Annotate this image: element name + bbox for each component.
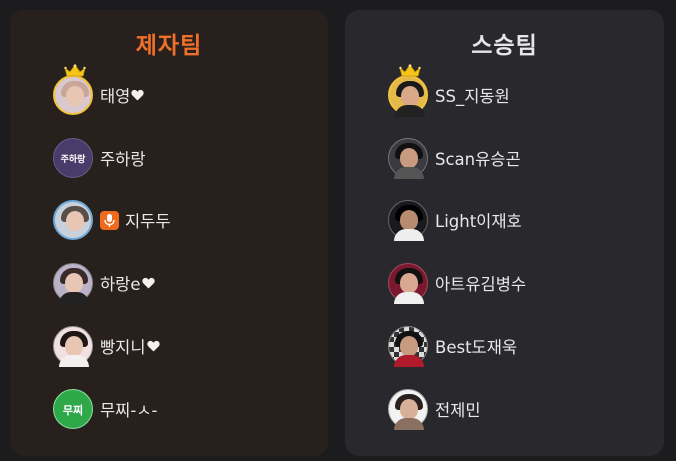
member-name: 태영 — [100, 87, 131, 106]
avatar-photo-woman[interactable] — [53, 75, 93, 115]
heart-icon — [131, 89, 144, 101]
avatar-photo-woman[interactable] — [53, 326, 93, 367]
member-name: 아트유김병수 — [435, 275, 527, 294]
heart-icon — [147, 340, 160, 352]
avatar-label: 주하랑 — [60, 155, 86, 165]
heart-icon — [142, 277, 155, 289]
team-panel-left: 제자팀 태영 주하랑 주하랑 지두두 하랑e 빵지니 무찌 무찌-ㅅ- — [10, 10, 328, 456]
member-name: Light이재호 — [435, 212, 522, 231]
member-name: 주하랑 — [100, 150, 146, 169]
avatar-text-logo[interactable]: 주하랑 — [53, 138, 93, 178]
avatar-photo-man[interactable] — [388, 138, 428, 179]
avatar-photo-man[interactable] — [388, 200, 428, 241]
member-row[interactable]: 아트유김병수 — [388, 261, 526, 305]
team-title-left: 제자팀 — [135, 33, 203, 59]
avatar-photo-woman[interactable] — [53, 200, 93, 240]
avatar-photo-man[interactable] — [388, 263, 428, 304]
member-row[interactable]: Light이재호 — [388, 198, 522, 242]
crown-icon — [64, 64, 86, 77]
member-row[interactable]: 태영 — [53, 73, 144, 117]
member-name: 빵지니 — [100, 338, 146, 357]
member-name: SS_지동원 — [435, 87, 510, 106]
avatar-photo-woman[interactable] — [53, 263, 93, 304]
member-row[interactable]: 하랑e — [53, 261, 155, 305]
avatar-text-logo[interactable]: 무찌 — [53, 389, 93, 429]
member-row[interactable]: 무찌 무찌-ㅅ- — [53, 387, 157, 431]
avatar-photo-man[interactable] — [388, 326, 428, 367]
member-row[interactable]: 빵지니 — [53, 324, 160, 368]
member-row[interactable]: SS_지동원 — [388, 73, 510, 117]
team-panel-right: 스승팀 SS_지동원 Scan유승곤 Light이재호 아트유김병수 Best도… — [345, 10, 664, 456]
crown-icon — [399, 64, 421, 77]
member-row[interactable]: 지두두 — [53, 198, 171, 242]
member-row[interactable]: Best도재욱 — [388, 324, 517, 368]
team-title-right: 스승팀 — [471, 33, 538, 59]
avatar-photo-man[interactable] — [388, 75, 428, 117]
avatar-label: 무찌 — [62, 404, 84, 417]
member-name: Best도재욱 — [435, 338, 518, 357]
member-name: 무찌-ㅅ- — [100, 401, 158, 420]
member-row[interactable]: 전제민 — [388, 387, 481, 431]
member-name: 하랑e — [100, 275, 141, 294]
member-row[interactable]: 주하랑 주하랑 — [53, 136, 146, 180]
microphone-icon — [100, 210, 119, 230]
member-name: 지두두 — [125, 212, 171, 231]
member-row[interactable]: Scan유승곤 — [388, 136, 521, 180]
avatar-photo-man[interactable] — [388, 389, 428, 430]
member-name: Scan유승곤 — [435, 150, 521, 169]
member-name: 전제민 — [435, 401, 481, 420]
